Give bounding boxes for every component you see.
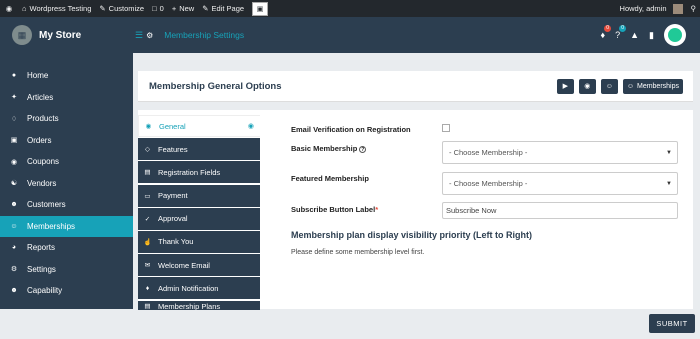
- admin-bar-account[interactable]: Howdy, admin: [616, 0, 687, 17]
- store-name: My Store: [39, 29, 82, 41]
- notification-badge: 0: [604, 25, 612, 32]
- pencil-icon: ✎: [202, 4, 209, 13]
- gift-icon: ◉: [10, 158, 18, 166]
- panel-actions: ▶ ◉ ☺ ☺ Memberships: [556, 78, 683, 94]
- required-marker: *: [375, 205, 379, 214]
- submit-button[interactable]: SUBMIT: [649, 314, 695, 333]
- wp-admin-bar: ◉ ⌂ Wordpress Testing ✎ Customize □ 0 + New …: [0, 0, 700, 17]
- video-icon[interactable]: ▶: [556, 78, 574, 94]
- sidebar-item-customers[interactable]: ☻ Customers: [0, 194, 133, 216]
- question-icon[interactable]: ? 0: [615, 25, 627, 40]
- panel-header: Membership General Options ▶ ◉ ☺ ☺ Member…: [138, 71, 693, 102]
- subscribe-button-input[interactable]: Subscribe Now: [442, 202, 678, 219]
- menu-icon[interactable]: ☰: [135, 30, 143, 41]
- settings-tabs: ◉ General ◉ ◇ Features ▤ Registration Fields…: [138, 115, 260, 311]
- active-tab-indicator-icon: ◉: [247, 123, 254, 130]
- bell-icon: ♦: [145, 284, 150, 292]
- tab-welcome-email[interactable]: ✉ Welcome Email: [138, 254, 260, 277]
- sidebar-item-articles[interactable]: ✦ Articles: [0, 87, 133, 109]
- list-icon: ▤: [144, 302, 151, 310]
- admin-bar-customize[interactable]: ✎ Customize: [95, 0, 148, 17]
- basic-membership-label: Basic Membership?: [291, 144, 367, 153]
- sidebar-item-vendors[interactable]: ☯ Vendors: [0, 173, 133, 195]
- tab-membership-plans[interactable]: ▤ Membership Plans: [138, 300, 260, 310]
- thumbs-up-icon: ☝: [143, 238, 152, 246]
- featured-membership-label: Featured Membership: [291, 174, 369, 183]
- users-icon: ☻: [10, 201, 18, 209]
- store-header: ▦ My Store ☰ ⚙ Membership Settings ♦ 0 ? 0…: [0, 17, 700, 53]
- dropdown-arrow-icon: ▼: [666, 149, 672, 156]
- tab-payment[interactable]: ▭ Payment: [138, 184, 260, 207]
- tab-registration-fields[interactable]: ▤ Registration Fields: [138, 161, 260, 184]
- book-icon[interactable]: ▮: [649, 30, 654, 41]
- home-icon: ●: [11, 72, 17, 80]
- email-verification-label: Email Verification on Registration: [291, 125, 411, 134]
- admin-bar-edit-page[interactable]: ✎ Edit Page: [198, 0, 248, 17]
- comment-icon: □: [152, 4, 157, 13]
- wordpress-logo-icon[interactable]: ◉: [0, 0, 18, 17]
- globe-icon: ◉: [145, 123, 152, 130]
- sidebar: ● Home ✦ Articles ♢ Products ▣ Orders ◉ Coupo…: [0, 53, 133, 309]
- featured-membership-select[interactable]: - Choose Membership - ▼: [442, 172, 678, 195]
- products-icon: ♢: [10, 115, 18, 123]
- sidebar-item-memberships[interactable]: ☺ Memberships: [0, 215, 133, 237]
- email-verification-checkbox[interactable]: [442, 124, 450, 132]
- user-plus-icon: ☺: [10, 222, 18, 230]
- tab-admin-notification[interactable]: ♦ Admin Notification: [138, 277, 260, 300]
- pie-chart-icon: ◕: [11, 244, 17, 252]
- plus-icon: +: [171, 4, 177, 13]
- store-logo-icon: ▦: [12, 25, 32, 45]
- settings-content: ◉ General ◉ ◇ Features ▤ Registration Fields…: [138, 110, 693, 311]
- sidebar-item-home[interactable]: ● Home: [0, 65, 133, 87]
- sidebar-item-orders[interactable]: ▣ Orders: [0, 130, 133, 152]
- user-times-icon: ☻: [10, 287, 18, 295]
- search-icon[interactable]: ⚲: [687, 0, 700, 17]
- avatar[interactable]: [664, 24, 686, 46]
- panel-title: Membership General Options: [149, 80, 282, 92]
- sidebar-item-products[interactable]: ♢ Products: [0, 108, 133, 130]
- tab-approval[interactable]: ✓ Approval: [138, 207, 260, 230]
- admin-bar-comments[interactable]: □ 0: [148, 0, 168, 17]
- section-note: Please define some membership level firs…: [291, 249, 425, 256]
- bell-icon[interactable]: ♦ 0: [601, 25, 612, 40]
- section-title: Membership plan display visibility prior…: [291, 230, 533, 240]
- memberships-button[interactable]: ☺ Memberships: [622, 78, 683, 94]
- eye-icon[interactable]: ◉: [578, 78, 596, 94]
- subscribe-button-label: Subscribe Button Label*: [291, 205, 379, 214]
- cart-icon: ▣: [10, 137, 18, 145]
- tab-thank-you[interactable]: ☝ Thank You: [138, 230, 260, 253]
- diamond-icon: ◇: [145, 146, 150, 154]
- articles-icon: ✦: [11, 94, 17, 102]
- tab-features[interactable]: ◇ Features: [138, 138, 260, 161]
- envelope-icon: ✉: [144, 262, 151, 270]
- sidebar-item-settings[interactable]: ⚙ Settings: [0, 259, 133, 281]
- brush-icon: ✎: [99, 4, 106, 13]
- bullhorn-icon[interactable]: ▲: [630, 30, 639, 40]
- list-icon: ▤: [144, 169, 151, 177]
- money-icon: ▭: [144, 192, 151, 200]
- check-circle-icon: ✓: [144, 215, 151, 223]
- admin-bar-site-link[interactable]: ⌂ Wordpress Testing: [18, 0, 95, 17]
- sidebar-item-coupons[interactable]: ◉ Coupons: [0, 151, 133, 173]
- store-brand[interactable]: ▦ My Store: [0, 17, 133, 53]
- basic-membership-select[interactable]: - Choose Membership - ▼: [442, 141, 678, 164]
- cogs-icon: ⚙: [146, 30, 154, 40]
- header-icons: ♦ 0 ? 0 ▲ ▮: [601, 17, 686, 53]
- admin-bar-new[interactable]: + New: [168, 0, 198, 17]
- user-plus-icon: ☺: [626, 82, 634, 90]
- home-icon: ⌂: [22, 4, 27, 13]
- user-plus-icon[interactable]: ☺: [600, 78, 618, 94]
- page-title: ☰ ⚙ Membership Settings: [135, 29, 245, 41]
- monitor-icon[interactable]: ▣: [252, 1, 269, 16]
- sidebar-item-reports[interactable]: ◕ Reports: [0, 237, 133, 259]
- sidebar-item-capability[interactable]: ☻ Capability: [0, 280, 133, 302]
- cogs-icon: ⚙: [10, 266, 18, 274]
- dropdown-arrow-icon: ▼: [666, 180, 672, 187]
- help-icon[interactable]: ?: [359, 146, 367, 153]
- help-badge: 0: [619, 25, 627, 32]
- tab-general[interactable]: ◉ General ◉: [138, 115, 260, 137]
- vendor-icon: ☯: [10, 180, 18, 188]
- avatar: [672, 3, 683, 14]
